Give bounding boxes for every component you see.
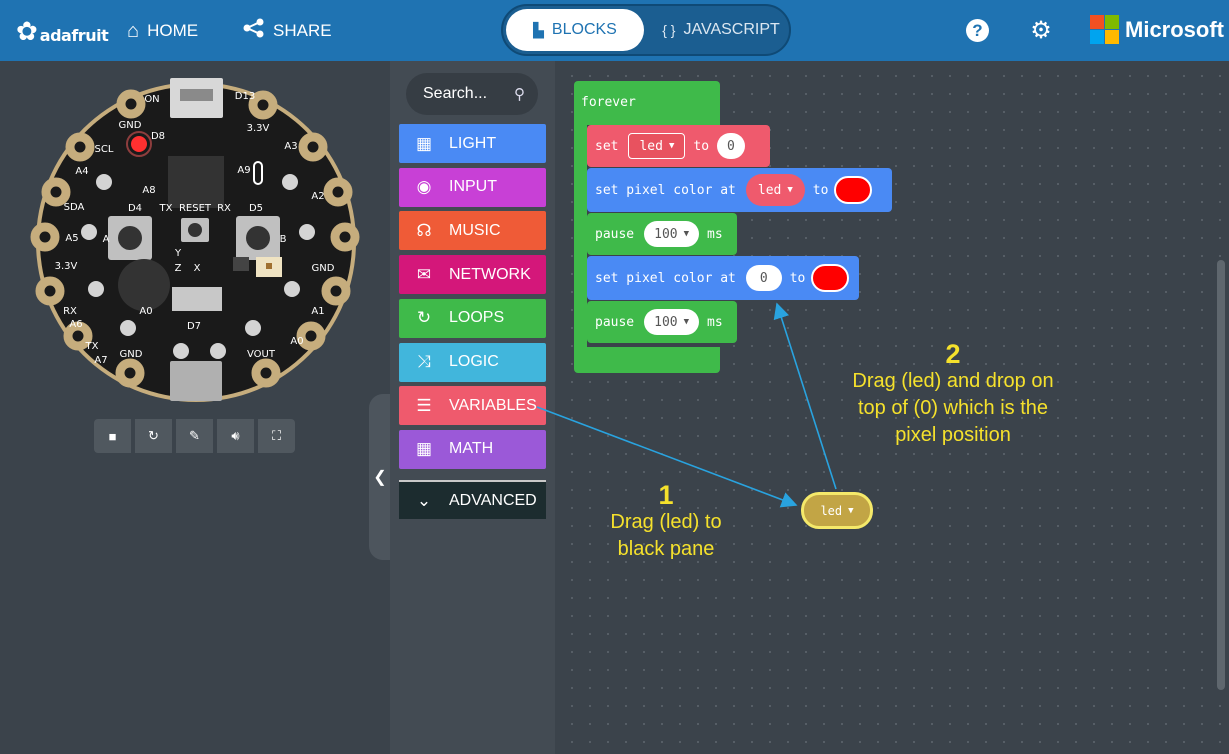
step-2-line-3: pixel position	[895, 424, 1011, 446]
step-1-annotation: 1 Drag (led) to black pane	[585, 482, 747, 563]
step-2-number: 2	[945, 339, 961, 369]
step-1-line-1: Drag (led) to	[610, 511, 722, 533]
step-1-number: 1	[658, 480, 674, 510]
step-2-annotation: 2 Drag (led) and drop on top of (0) whic…	[828, 341, 1078, 449]
step-2-line-1: Drag (led) and drop on	[852, 370, 1054, 392]
step-2-line-2: top of (0) which is the	[857, 397, 1049, 419]
step-1-line-2: black pane	[617, 538, 715, 560]
